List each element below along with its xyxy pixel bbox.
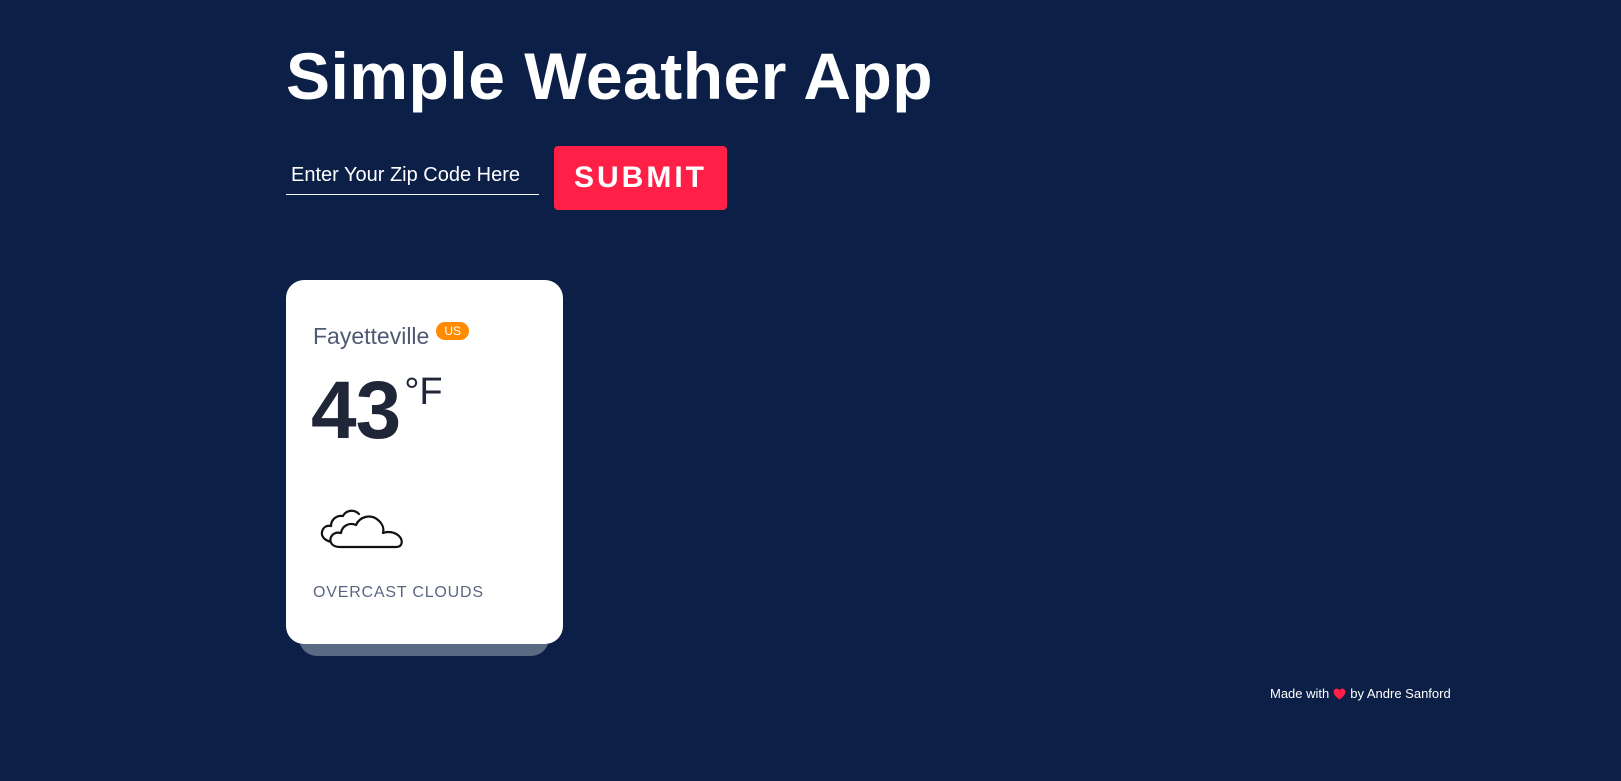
zip-code-input[interactable] (286, 157, 539, 195)
temperature-unit: °F (404, 371, 443, 413)
location-row: Fayetteville US (313, 322, 469, 350)
page-title: Simple Weather App (286, 39, 934, 113)
country-badge: US (436, 322, 469, 340)
city-name: Fayetteville (313, 323, 430, 349)
cloud-icon (320, 509, 403, 549)
footer-prefix: Made with (1270, 686, 1330, 701)
footer-credit: Made with by Andre Sanford (1270, 686, 1451, 701)
footer-author: by Andre Sanford (1350, 686, 1451, 701)
heart-icon (1333, 688, 1346, 699)
temperature-value: 43 (311, 365, 401, 456)
weather-description: OVERCAST CLOUDS (313, 584, 484, 601)
weather-card: Fayetteville US 43 °F OVERCAST CLOUDS (286, 280, 563, 644)
temperature-row: 43 °F (311, 368, 443, 454)
page: Simple Weather App SUBMIT Fayetteville U… (0, 0, 1621, 781)
submit-button[interactable]: SUBMIT (554, 146, 727, 210)
